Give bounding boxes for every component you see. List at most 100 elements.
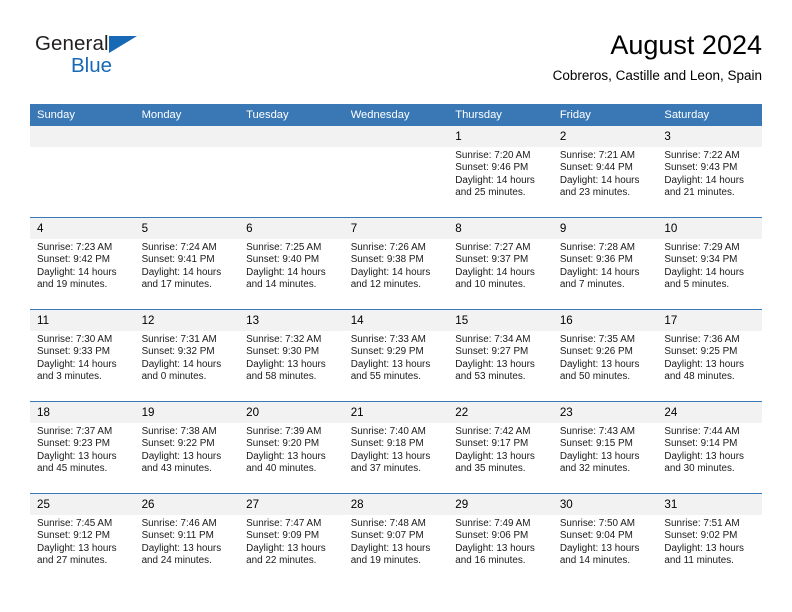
day-details: Sunrise: 7:30 AM Sunset: 9:33 PM Daylight:…	[30, 331, 135, 384]
calendar-day-cell[interactable]: 31 Sunrise: 7:51 AM Sunset: 9:02 PM Dayligh…	[657, 493, 762, 585]
calendar-week-row: 11 Sunrise: 7:30 AM Sunset: 9:33 PM Dayligh…	[30, 309, 762, 402]
day-detail-line: Sunrise: 7:42 AM	[455, 426, 531, 437]
day-detail-line: Daylight: 13 hours	[141, 450, 222, 462]
calendar-day-cell[interactable]: 29 Sunrise: 7:49 AM Sunset: 9:06 PM Dayligh…	[448, 493, 553, 585]
calendar-week-row: 18 Sunrise: 7:37 AM Sunset: 9:23 PM Dayligh…	[30, 401, 762, 494]
day-detail-line: Daylight: 13 hours	[455, 450, 535, 462]
calendar-day-cell-empty	[343, 126, 449, 218]
calendar-day-cell[interactable]: 5 Sunrise: 7:24 AM Sunset: 9:41 PM Daylight…	[134, 217, 240, 310]
calendar-day-cell[interactable]: 13 Sunrise: 7:32 AM Sunset: 9:30 PM Dayligh…	[239, 309, 344, 402]
day-detail-line: Daylight: 14 hours	[141, 358, 222, 370]
day-detail-line: Sunrise: 7:44 AM	[664, 426, 740, 437]
day-detail-line: Daylight: 13 hours	[246, 450, 326, 462]
day-details: Sunrise: 7:33 AM Sunset: 9:29 PM Daylight:…	[344, 331, 449, 384]
calendar-day-cell[interactable]: 25 Sunrise: 7:45 AM Sunset: 9:12 PM Dayligh…	[30, 493, 135, 585]
calendar-day-cell[interactable]: 8 Sunrise: 7:27 AM Sunset: 9:37 PM Daylight…	[448, 217, 553, 310]
day-detail-line: Sunrise: 7:37 AM	[37, 426, 113, 437]
day-detail-line: Sunset: 9:29 PM	[350, 346, 424, 358]
day-details: Sunrise: 7:36 AM Sunset: 9:25 PM Daylight:…	[657, 331, 762, 384]
day-detail-line: Daylight: 14 hours	[559, 266, 640, 278]
calendar-day-cell[interactable]: 11 Sunrise: 7:30 AM Sunset: 9:33 PM Dayligh…	[30, 309, 135, 402]
day-number: 21	[343, 402, 449, 423]
calendar-day-cell[interactable]: 1 Sunrise: 7:20 AM Sunset: 9:46 PM Daylight…	[448, 126, 553, 218]
day-detail-line: Daylight: 13 hours	[246, 542, 326, 554]
day-detail-line: Sunrise: 7:39 AM	[246, 426, 322, 437]
day-detail-line: Daylight: 14 hours	[37, 358, 117, 370]
day-detail-line: Sunset: 9:46 PM	[455, 162, 529, 174]
calendar-day-cell[interactable]: 23 Sunrise: 7:43 AM Sunset: 9:15 PM Dayligh…	[552, 401, 658, 494]
day-detail-line: Sunrise: 7:20 AM	[455, 150, 531, 161]
day-detail-line: Sunset: 9:23 PM	[37, 438, 111, 450]
calendar-day-cell[interactable]: 14 Sunrise: 7:33 AM Sunset: 9:29 PM Dayligh…	[343, 309, 449, 402]
calendar-day-cell[interactable]: 20 Sunrise: 7:39 AM Sunset: 9:20 PM Dayligh…	[239, 401, 344, 494]
day-detail-line: Sunrise: 7:28 AM	[559, 242, 636, 253]
day-detail-line: Sunrise: 7:48 AM	[350, 518, 426, 529]
day-detail-line: Sunset: 9:11 PM	[141, 530, 214, 542]
calendar-day-cell[interactable]: 6 Sunrise: 7:25 AM Sunset: 9:40 PM Daylight…	[239, 217, 344, 310]
day-number: 14	[343, 310, 449, 331]
day-detail-line: Sunrise: 7:51 AM	[664, 518, 740, 529]
day-number: 18	[30, 402, 135, 423]
day-detail-line: Sunset: 9:33 PM	[37, 346, 111, 358]
day-detail-line: and 22 minutes.	[246, 555, 317, 567]
weekday-header-sunday: Sunday	[30, 104, 135, 126]
day-number: 12	[134, 310, 240, 331]
day-details: Sunrise: 7:49 AM Sunset: 9:06 PM Daylight:…	[448, 515, 553, 568]
day-detail-line: Daylight: 14 hours	[350, 266, 431, 278]
day-number: 10	[657, 218, 762, 239]
calendar-day-cell[interactable]: 24 Sunrise: 7:44 AM Sunset: 9:14 PM Dayligh…	[657, 401, 762, 494]
calendar-day-cell[interactable]: 12 Sunrise: 7:31 AM Sunset: 9:32 PM Dayligh…	[134, 309, 240, 402]
day-details: Sunrise: 7:21 AM Sunset: 9:44 PM Daylight:…	[553, 147, 658, 200]
calendar-day-cell[interactable]: 15 Sunrise: 7:34 AM Sunset: 9:27 PM Dayligh…	[448, 309, 553, 402]
day-detail-line: Sunset: 9:36 PM	[559, 254, 633, 266]
day-details: Sunrise: 7:28 AM Sunset: 9:36 PM Daylight:…	[553, 239, 658, 292]
calendar-day-cell[interactable]: 27 Sunrise: 7:47 AM Sunset: 9:09 PM Dayligh…	[239, 493, 344, 585]
calendar-day-cell[interactable]: 10 Sunrise: 7:29 AM Sunset: 9:34 PM Dayligh…	[657, 217, 762, 310]
day-details: Sunrise: 7:40 AM Sunset: 9:18 PM Daylight:…	[344, 423, 449, 476]
calendar-day-cell[interactable]: 16 Sunrise: 7:35 AM Sunset: 9:26 PM Dayligh…	[552, 309, 658, 402]
calendar-day-cell[interactable]: 21 Sunrise: 7:40 AM Sunset: 9:18 PM Dayligh…	[343, 401, 449, 494]
day-detail-line: Daylight: 13 hours	[455, 358, 535, 370]
day-number	[30, 126, 135, 147]
day-details: Sunrise: 7:39 AM Sunset: 9:20 PM Daylight:…	[239, 423, 344, 476]
page-subtitle: Cobreros, Castille and Leon, Spain	[552, 68, 762, 83]
calendar-day-cell[interactable]: 17 Sunrise: 7:36 AM Sunset: 9:25 PM Dayligh…	[657, 309, 762, 402]
day-detail-line: Sunset: 9:09 PM	[246, 530, 320, 542]
day-detail-line: and 11 minutes.	[664, 555, 734, 567]
calendar-day-cell[interactable]: 9 Sunrise: 7:28 AM Sunset: 9:36 PM Daylight…	[552, 217, 658, 310]
day-number: 3	[657, 126, 762, 147]
day-number: 11	[30, 310, 135, 331]
day-detail-line: Daylight: 13 hours	[350, 542, 431, 554]
calendar-day-cell[interactable]: 2 Sunrise: 7:21 AM Sunset: 9:44 PM Daylight…	[552, 126, 658, 218]
calendar-day-cell[interactable]: 4 Sunrise: 7:23 AM Sunset: 9:42 PM Daylight…	[30, 217, 135, 310]
day-detail-line: and 32 minutes.	[559, 463, 631, 475]
day-detail-line: Sunset: 9:02 PM	[664, 530, 738, 542]
general-blue-logo[interactable]: General Blue	[35, 32, 215, 88]
day-detail-line: Sunset: 9:26 PM	[559, 346, 633, 358]
day-details: Sunrise: 7:37 AM Sunset: 9:23 PM Daylight:…	[30, 423, 135, 476]
day-detail-line: Sunset: 9:41 PM	[141, 254, 215, 266]
calendar-day-cell[interactable]: 7 Sunrise: 7:26 AM Sunset: 9:38 PM Daylight…	[343, 217, 449, 310]
calendar-day-cell[interactable]: 26 Sunrise: 7:46 AM Sunset: 9:11 PM Dayligh…	[134, 493, 240, 585]
day-details: Sunrise: 7:27 AM Sunset: 9:37 PM Daylight:…	[448, 239, 553, 292]
day-detail-line: Sunrise: 7:23 AM	[37, 242, 113, 253]
day-detail-line: and 14 minutes.	[246, 279, 317, 291]
day-details: Sunrise: 7:34 AM Sunset: 9:27 PM Daylight:…	[448, 331, 553, 384]
day-detail-line: Daylight: 13 hours	[455, 542, 535, 554]
day-detail-line: Sunset: 9:44 PM	[559, 162, 633, 174]
day-details: Sunrise: 7:24 AM Sunset: 9:41 PM Daylight:…	[135, 239, 240, 292]
calendar-day-cell[interactable]: 19 Sunrise: 7:38 AM Sunset: 9:22 PM Dayligh…	[134, 401, 240, 494]
calendar-day-cell[interactable]: 28 Sunrise: 7:48 AM Sunset: 9:07 PM Dayligh…	[343, 493, 449, 585]
calendar-day-cell[interactable]: 22 Sunrise: 7:42 AM Sunset: 9:17 PM Dayligh…	[448, 401, 553, 494]
day-detail-line: Sunset: 9:30 PM	[246, 346, 320, 358]
calendar-day-cell[interactable]: 18 Sunrise: 7:37 AM Sunset: 9:23 PM Dayligh…	[30, 401, 135, 494]
day-detail-line: and 21 minutes.	[664, 187, 735, 199]
day-details: Sunrise: 7:20 AM Sunset: 9:46 PM Daylight:…	[448, 147, 553, 200]
day-detail-line: and 30 minutes.	[664, 463, 735, 475]
day-number: 16	[552, 310, 658, 331]
day-detail-line: Sunset: 9:25 PM	[664, 346, 738, 358]
day-detail-line: Sunset: 9:37 PM	[455, 254, 529, 266]
day-detail-line: Sunset: 9:20 PM	[246, 438, 320, 450]
calendar-day-cell[interactable]: 30 Sunrise: 7:50 AM Sunset: 9:04 PM Dayligh…	[552, 493, 658, 585]
calendar-day-cell[interactable]: 3 Sunrise: 7:22 AM Sunset: 9:43 PM Daylight…	[657, 126, 762, 218]
